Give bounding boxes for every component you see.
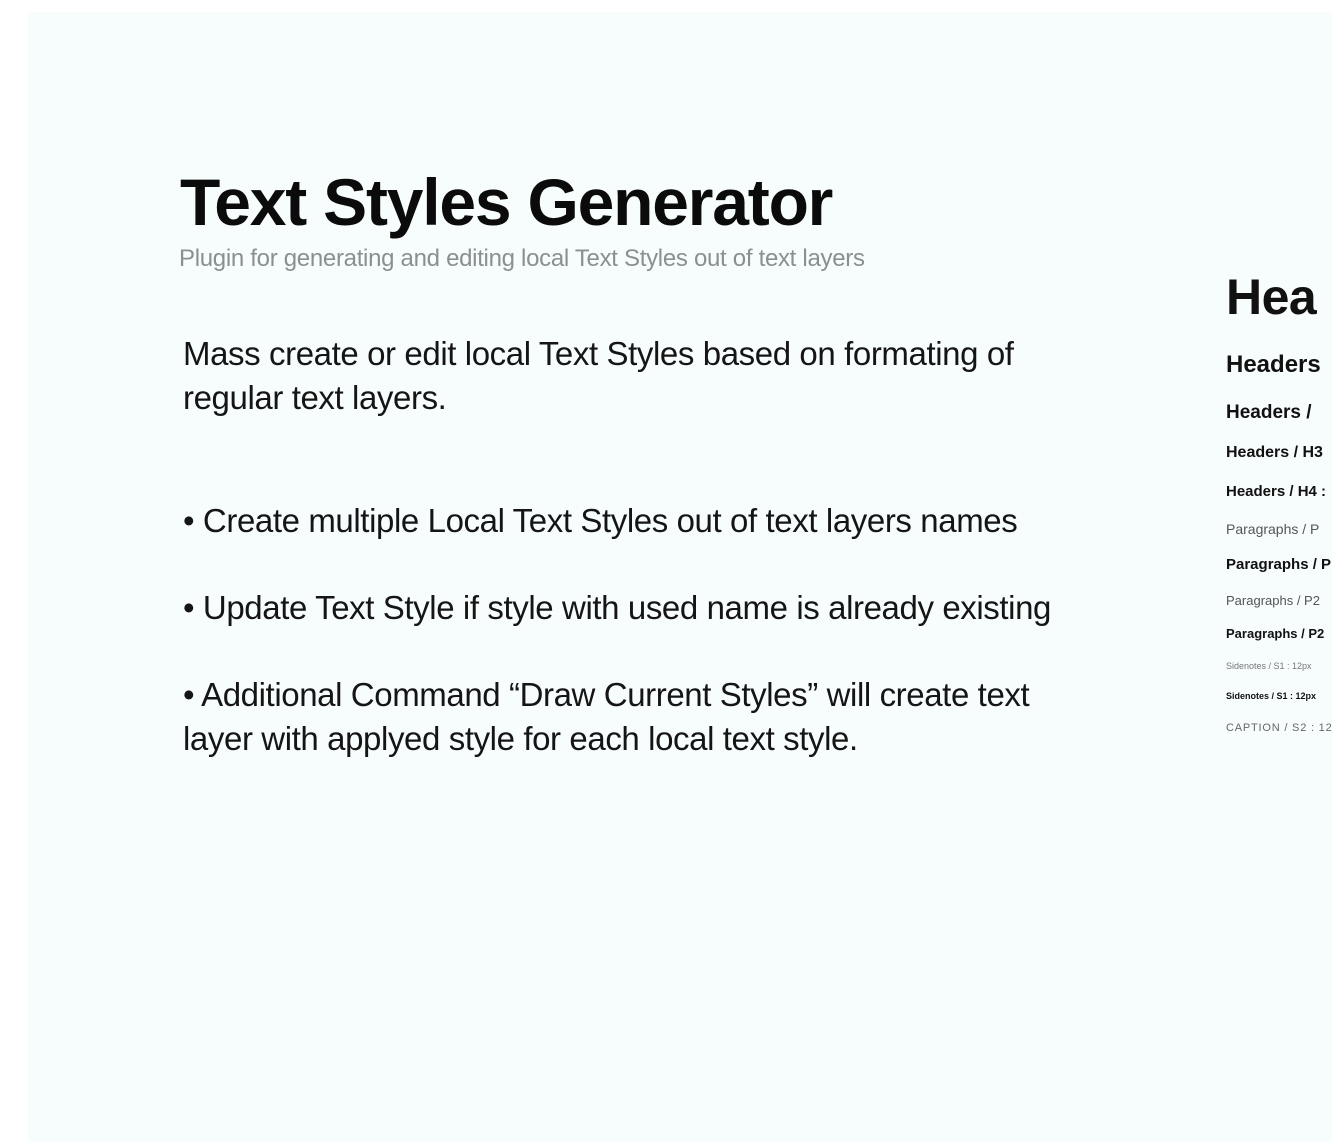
intro-text: Mass create or edit local Text Styles ba…	[183, 335, 1014, 416]
preview-style-item: Paragraphs / P	[1226, 521, 1320, 537]
preview-style-item: Sidenotes / S1 : 12px	[1226, 661, 1312, 671]
feature-item: • Update Text Style if style with used n…	[183, 589, 1052, 626]
preview-style-item: Sidenotes / S1 : 12px	[1226, 691, 1317, 701]
preview-style-item: Headers	[1226, 351, 1321, 378]
preview-style-item: CAPTION / S2 : 12	[1226, 722, 1332, 734]
preview-style-item: Paragraphs / P2	[1226, 626, 1325, 641]
slide-canvas: Text Styles Generator Plugin for generat…	[28, 12, 1332, 1142]
preview-style-item: Paragraphs / P2	[1226, 593, 1320, 608]
preview-style-item: Paragraphs / P	[1226, 556, 1332, 573]
page-subtitle: Plugin for generating and editing local …	[179, 245, 865, 272]
feature-list: • Create multiple Local Text Styles out …	[183, 499, 1083, 804]
preview-style-item: Headers / H3	[1226, 444, 1323, 461]
preview-style-item: Headers /	[1226, 402, 1312, 423]
preview-style-item: Headers / H4 :	[1226, 483, 1327, 500]
preview-style-item: Hea	[1226, 269, 1317, 325]
styles-preview: Hea Headers Headers / Headers / H3 Heade…	[1226, 262, 1332, 742]
page-title: Text Styles Generator	[180, 165, 833, 239]
feature-item: • Additional Command “Draw Current Style…	[183, 676, 1030, 757]
feature-item: • Create multiple Local Text Styles out …	[183, 502, 1018, 539]
